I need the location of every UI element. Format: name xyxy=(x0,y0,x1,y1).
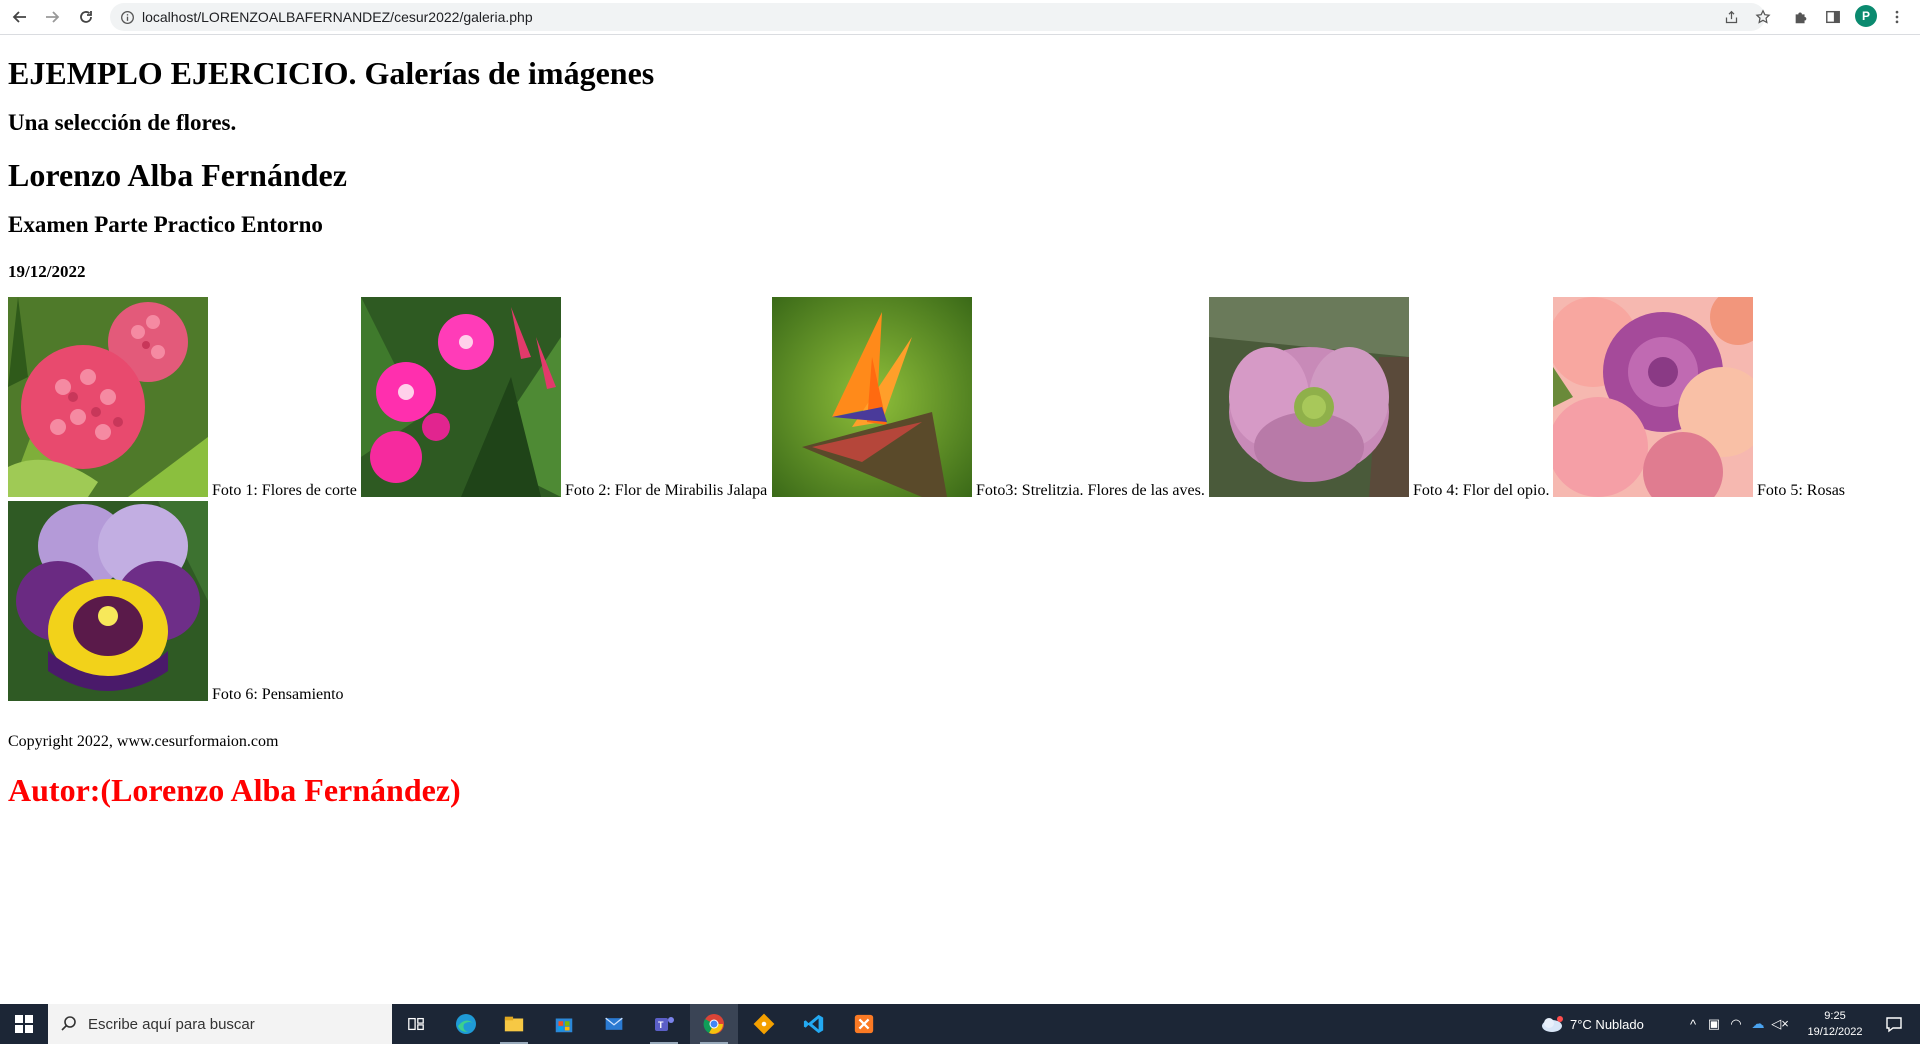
microsoft-store-icon[interactable] xyxy=(540,1004,588,1044)
notifications-icon[interactable] xyxy=(1880,1004,1908,1044)
cloud-icon xyxy=(1542,1016,1563,1032)
reload-icon xyxy=(80,11,92,23)
photo-caption: Foto 6: Pensamiento xyxy=(212,686,344,703)
taskbar-clock[interactable]: 9:25 19/12/2022 xyxy=(1795,1008,1875,1040)
start-button[interactable] xyxy=(0,1004,48,1044)
edge-browser-icon[interactable] xyxy=(442,1004,490,1044)
forward-button[interactable] xyxy=(40,5,64,29)
browser-toolbar: localhost/LORENZOALBAFERNANDEZ/cesur2022… xyxy=(0,0,1920,35)
gallery-item: Foto 2: Flor de Mirabilis Jalapa xyxy=(361,297,768,499)
speaker-muted-icon[interactable]: ◁× xyxy=(1769,1016,1791,1032)
page-subtitle: Una selección de flores. xyxy=(8,110,237,135)
date-heading: 19/12/2022 xyxy=(8,262,86,281)
author-credit: Autor:(Lorenzo Alba Fernández) xyxy=(8,772,461,808)
copyright-text: Copyright 2022, www.cesurformaion.com xyxy=(8,733,279,750)
gallery-item: Foto 1: Flores de corte xyxy=(8,297,357,499)
weather-text: 7°C Nublado xyxy=(1570,1016,1644,1032)
back-button[interactable] xyxy=(8,5,32,29)
roses-photo xyxy=(1553,297,1753,497)
exam-heading: Examen Parte Practico Entorno xyxy=(8,212,323,237)
clock-time: 9:25 xyxy=(1824,1010,1846,1022)
bookmark-star-icon[interactable] xyxy=(1754,8,1772,26)
search-icon xyxy=(61,1016,76,1031)
onedrive-icon[interactable]: ☁ xyxy=(1747,1016,1769,1032)
photo-caption: Foto 1: Flores de corte xyxy=(212,482,357,499)
xampp-icon[interactable] xyxy=(840,1004,888,1044)
teams-icon[interactable]: T xyxy=(640,1004,688,1044)
system-tray-icons: ^ ▣ ◠ ☁ ◁× xyxy=(1683,1004,1791,1044)
weather-widget[interactable]: 7°C Nublado xyxy=(1540,1004,1644,1044)
photo-caption: Foto 2: Flor de Mirabilis Jalapa xyxy=(565,482,768,499)
back-arrow-icon xyxy=(12,11,26,23)
file-explorer-icon[interactable] xyxy=(490,1004,538,1044)
photo-caption: Foto 4: Flor del opio. xyxy=(1413,482,1550,499)
site-info-icon[interactable] xyxy=(118,8,136,26)
taskbar-search-box[interactable]: Escribe aquí para buscar xyxy=(48,1004,392,1044)
page-title: EJEMPLO EJERCICIO. Galerías de imágenes xyxy=(8,55,655,91)
mail-icon[interactable] xyxy=(590,1004,638,1044)
side-panel-icon[interactable] xyxy=(1821,5,1845,29)
poppy-photo xyxy=(1209,297,1409,497)
image-gallery: Foto 1: Flores de corte Foto 2: Flor de … xyxy=(8,297,1908,703)
url-text[interactable]: localhost/LORENZOALBAFERNANDEZ/cesur2022… xyxy=(142,9,533,25)
clock-date: 19/12/2022 xyxy=(1807,1026,1863,1038)
gallery-item: Foto 5: Rosas xyxy=(1553,297,1846,499)
chrome-icon[interactable] xyxy=(690,1004,738,1044)
mirabilis-photo xyxy=(361,297,561,497)
chevron-up-icon[interactable]: ^ xyxy=(1683,1017,1703,1032)
photo-caption: Foto3: Strelitzia. Flores de las aves. xyxy=(976,482,1205,499)
windows-taskbar: Escribe aquí para buscar T 7°C Nublado ^… xyxy=(0,1004,1920,1044)
author-heading: Lorenzo Alba Fernández xyxy=(8,157,347,193)
share-icon[interactable] xyxy=(1722,8,1740,26)
task-view-icon[interactable] xyxy=(392,1004,440,1044)
wifi-icon[interactable]: ◠ xyxy=(1725,1016,1747,1032)
gallery-item: Foto3: Strelitzia. Flores de las aves. xyxy=(772,297,1205,499)
svg-text:T: T xyxy=(658,1020,664,1030)
profile-avatar[interactable]: P xyxy=(1855,5,1877,27)
hydrangea-photo xyxy=(8,297,208,497)
reload-button[interactable] xyxy=(74,5,98,29)
git-app-icon[interactable] xyxy=(740,1004,788,1044)
photo-caption: Foto 5: Rosas xyxy=(1757,482,1846,499)
strelitzia-photo xyxy=(772,297,972,497)
vscode-icon[interactable] xyxy=(790,1004,838,1044)
gallery-item: Foto 4: Flor del opio. xyxy=(1209,297,1550,499)
display-icon[interactable]: ▣ xyxy=(1703,1016,1725,1032)
search-placeholder: Escribe aquí para buscar xyxy=(88,1015,255,1033)
windows-logo-icon xyxy=(15,1015,33,1033)
gallery-item: Foto 6: Pensamiento xyxy=(8,501,344,703)
forward-arrow-icon xyxy=(46,11,60,23)
page-content: EJEMPLO EJERCICIO. Galerías de imágenes … xyxy=(8,34,1908,703)
more-menu-icon[interactable] xyxy=(1885,5,1909,29)
address-bar[interactable]: localhost/LORENZOALBAFERNANDEZ/cesur2022… xyxy=(110,3,1771,31)
pansy-photo xyxy=(8,501,208,701)
extensions-puzzle-icon[interactable] xyxy=(1789,5,1813,29)
